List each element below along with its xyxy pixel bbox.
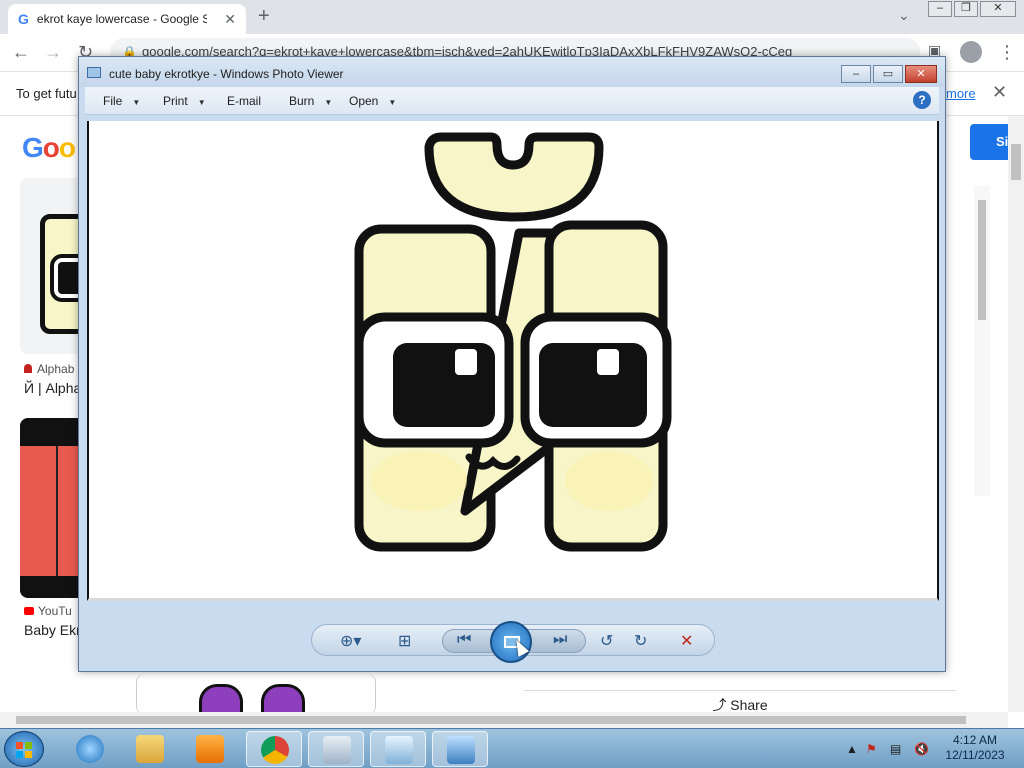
result-image-3[interactable] [136,674,376,714]
google-favicon-icon: G [18,11,29,27]
system-clock[interactable]: 4:12 AM 12/11/2023 [940,733,1010,763]
taskbar-explorer[interactable] [122,731,178,767]
menu-open[interactable]: Open ▼ [349,94,396,108]
photo-viewer-icon [447,736,475,764]
pv-minimize-icon[interactable]: – [841,65,871,83]
notepad-icon [385,736,413,764]
google-logo[interactable]: Goo [22,132,76,164]
help-icon[interactable]: ? [913,91,931,109]
photo-viewer-title: cute baby ekrotkye - Windows Photo Viewe… [109,67,344,81]
photo-viewer-titlebar[interactable]: cute baby ekrotkye - Windows Photo Viewe… [79,57,945,87]
back-arrow-icon[interactable]: ← [12,42,30,63]
zoom-icon[interactable]: ⊕▾ [340,631,361,651]
infobar-text: To get futu [16,86,77,101]
menu-kebab-icon[interactable]: ⋮ [998,42,1016,63]
rotate-counterclockwise-icon[interactable]: ↺ [600,631,613,651]
tab-title: ekrot kaye lowercase - Google Se [36,12,207,26]
taskbar-photo-viewer[interactable] [432,731,488,767]
photo-viewer-app-icon [87,67,101,78]
start-button[interactable] [4,731,44,767]
tray-expand-icon[interactable]: ▲ [846,742,858,756]
delete-icon[interactable]: ✕ [680,631,693,651]
chevron-down-icon: ▼ [388,98,397,107]
keyboard-icon [323,736,351,764]
actual-size-icon[interactable]: ⊞ [398,631,411,651]
minimize-icon[interactable]: – [928,1,952,17]
tab-search-chevron-icon[interactable]: ⌄ [898,7,910,24]
taskbar-onscreen-keyboard[interactable] [308,731,364,767]
infobar-more-link[interactable]: more [946,86,976,101]
infobar-close-icon[interactable]: ✕ [992,82,1007,103]
photo-canvas [87,121,939,601]
alphabet-favicon-icon [24,364,32,373]
result-2-title[interactable]: Baby Ekr [24,622,81,638]
menu-file[interactable]: File ▼ [103,94,140,108]
youtube-favicon-icon [24,607,34,615]
rotate-clockwise-icon[interactable]: ↻ [634,631,647,651]
media-player-icon [196,735,224,763]
browser-tab[interactable]: G ekrot kaye lowercase - Google Se ✕ [8,4,246,34]
taskbar-chrome[interactable] [246,731,302,767]
preview-scrollbar[interactable] [974,186,990,496]
result-1-source[interactable]: Alphab [24,362,74,376]
clock-time: 4:12 AM [952,733,998,747]
volume-muted-icon[interactable]: 🔇 [914,742,929,756]
chevron-down-icon: ▼ [324,98,333,107]
ekrot-kaye-image [354,132,672,552]
close-window-icon[interactable]: ✕ [980,1,1016,17]
action-center-icon[interactable]: ⚑ [866,742,877,756]
taskbar-ie[interactable] [62,731,118,767]
profile-avatar-icon[interactable] [960,41,982,63]
forward-arrow-icon[interactable]: → [44,42,62,63]
photo-viewer-window: cute baby ekrotkye - Windows Photo Viewe… [78,56,946,672]
page-vertical-scrollbar[interactable] [1008,116,1024,712]
menu-print[interactable]: Print ▼ [163,94,206,108]
pv-close-icon[interactable]: ✕ [905,65,937,83]
folder-icon [136,735,164,763]
network-icon[interactable]: ▤ [890,742,901,756]
photo-viewer-controls: ⊕▾ ⊞ ⏮ ⏭ ↺ ↻ ✕ [311,621,715,663]
clock-date: 12/11/2023 [945,748,1005,762]
result-2-source[interactable]: YouTu [24,604,72,618]
chrome-icon [261,736,289,764]
new-tab-icon[interactable]: + [258,5,270,28]
tab-close-icon[interactable]: ✕ [224,11,236,28]
chevron-down-icon: ▼ [197,98,206,107]
taskbar-notepad[interactable] [370,731,426,767]
next-icon[interactable]: ⏭ [553,631,567,649]
windows-taskbar: ▲ ⚑ ▤ 🔇 4:12 AM 12/11/2023 [0,728,1024,768]
previous-icon[interactable]: ⏮ [457,631,471,649]
result-1-title[interactable]: Й | Alpha [24,380,81,396]
menu-burn[interactable]: Burn ▼ [289,94,332,108]
taskbar-media-player[interactable] [182,731,238,767]
menu-email[interactable]: E-mail [227,94,261,108]
internet-explorer-icon [76,735,104,763]
restore-icon[interactable]: ❐ [954,1,978,17]
pv-maximize-icon[interactable]: ▭ [873,65,903,83]
browser-tab-strip: G ekrot kaye lowercase - Google Se ✕ + ⌄… [0,0,1024,34]
chevron-down-icon: ▼ [132,98,141,107]
photo-viewer-menubar: File ▼ Print ▼ E-mail Burn ▼ Open ▼ ? [85,87,939,115]
share-icon: ⤴ [712,697,727,713]
windows-logo-icon [16,742,32,758]
page-horizontal-scrollbar[interactable] [0,712,1008,728]
